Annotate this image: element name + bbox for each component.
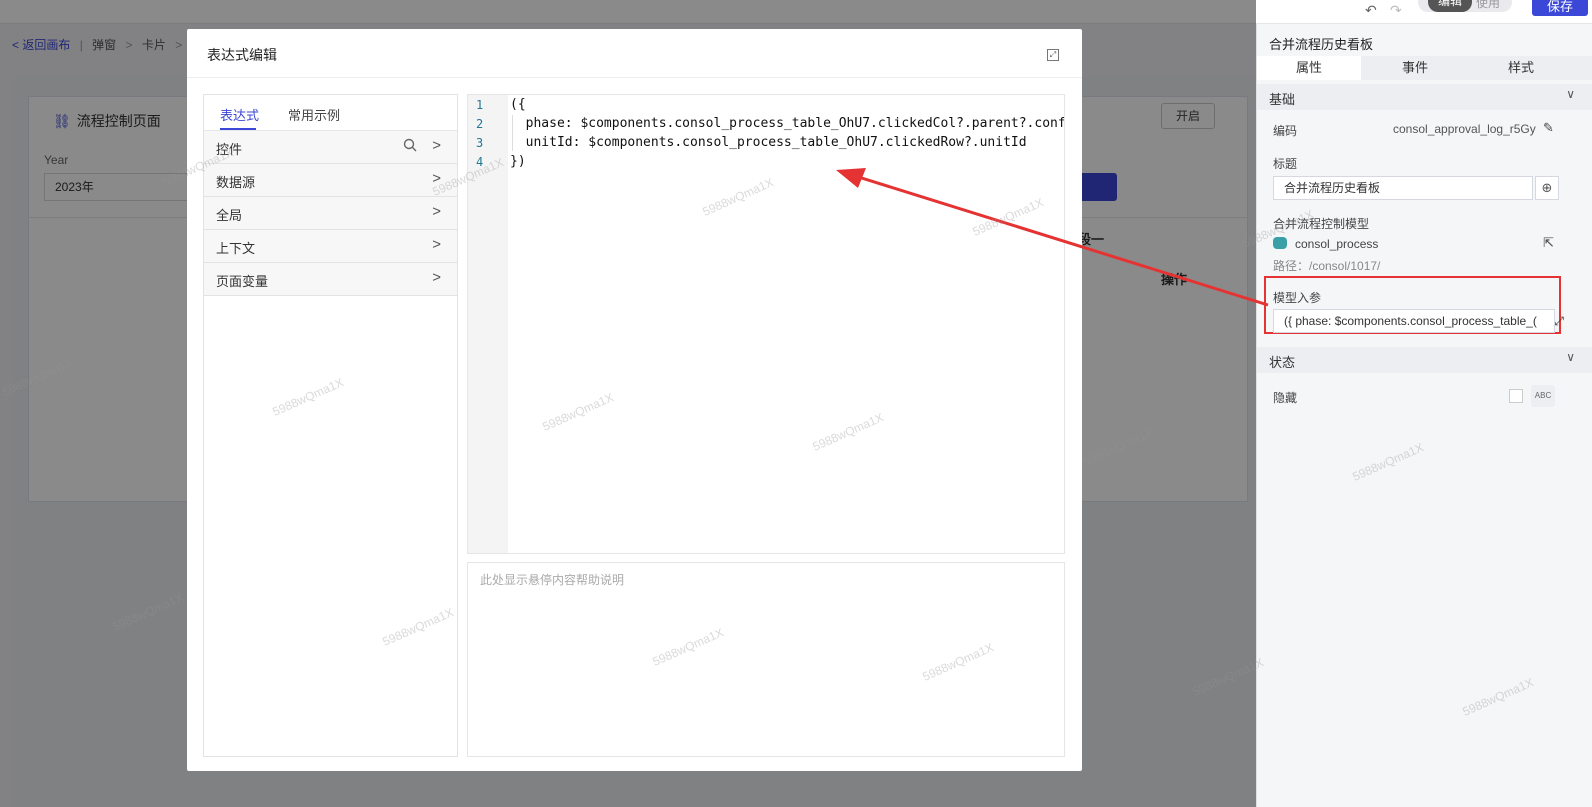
chevron-right-icon[interactable]: > — [432, 203, 441, 220]
list-item-global[interactable]: 全局 > — [204, 197, 457, 230]
mode-use-label[interactable]: 使用 — [1476, 0, 1500, 11]
hidden-checkbox[interactable] — [1509, 389, 1523, 403]
list-item-context[interactable]: 上下文 > — [204, 230, 457, 263]
row-label: 数据源 — [216, 175, 256, 190]
database-icon — [1273, 237, 1287, 249]
properties-panel: 合并流程历史看板 属性 事件 样式 基础 ∨ 编码 consol_approva… — [1256, 24, 1592, 807]
line-number: 2 — [476, 117, 484, 131]
modal-divider — [187, 77, 1082, 78]
chevron-right-icon[interactable]: > — [432, 170, 441, 187]
mode-edit-label[interactable]: 编辑 — [1428, 0, 1472, 12]
globe-icon[interactable]: ⊕ — [1535, 176, 1559, 200]
tab-styles[interactable]: 样式 — [1469, 56, 1573, 80]
component-title: 合并流程历史看板 — [1269, 37, 1374, 52]
line-number: 1 — [476, 98, 484, 112]
title-label: 标题 — [1273, 157, 1298, 171]
line-number: 3 — [476, 136, 484, 150]
panel-tabs: 属性 事件 样式 — [1257, 56, 1592, 80]
code-line[interactable]: }) — [510, 154, 526, 169]
tab-events[interactable]: 事件 — [1363, 56, 1467, 80]
model-path: 路径：/consol/1017/ — [1273, 259, 1381, 273]
list-item-controls[interactable]: 控件 > — [204, 131, 457, 164]
code-line[interactable]: ({ — [510, 97, 526, 112]
row-label: 页面变量 — [216, 274, 269, 289]
hidden-label: 隐藏 — [1273, 391, 1298, 405]
code-label: 编码 — [1273, 124, 1298, 138]
line-number-gutter — [468, 95, 508, 553]
chevron-right-icon[interactable]: > — [432, 236, 441, 253]
state-section-header[interactable]: 状态 ∨ — [1257, 347, 1592, 373]
abc-badge[interactable]: ABC — [1531, 385, 1555, 407]
maximize-icon[interactable]: ⤢ — [1047, 49, 1059, 61]
chevron-right-icon[interactable]: > — [432, 269, 441, 286]
row-label: 控件 — [216, 142, 243, 157]
model-label: 合并流程控制模型 — [1273, 217, 1370, 231]
save-button[interactable]: 保存 — [1532, 0, 1588, 16]
active-tab-underline — [220, 128, 256, 130]
basic-section-title: 基础 — [1269, 92, 1296, 107]
model-param-label: 模型入参 — [1273, 291, 1322, 305]
row-label: 全局 — [216, 208, 243, 223]
code-editor[interactable]: 1 2 3 4 ({ phase: $components.consol_pro… — [467, 94, 1065, 554]
expand-editor-icon[interactable]: ⤢ — [1554, 314, 1564, 329]
line-number: 4 — [476, 155, 484, 169]
undo-icon[interactable]: ↶ — [1365, 2, 1377, 19]
model-param-input[interactable]: ({ phase: $components.consol_process_tab… — [1273, 309, 1555, 333]
tab-expression[interactable]: 表达式 — [220, 105, 259, 124]
expression-sidebar: 表达式 常用示例 控件 > 数据源 > 全局 > 上下文 > 页面变量 > — [203, 94, 458, 757]
edit-icon[interactable]: ✎ — [1543, 120, 1554, 136]
chevron-down-icon[interactable]: ∨ — [1566, 87, 1575, 101]
help-panel: 此处显示悬停内容帮助说明 — [467, 562, 1065, 757]
redo-icon[interactable]: ↷ — [1390, 2, 1402, 19]
chevron-down-icon[interactable]: ∨ — [1566, 350, 1575, 364]
tab-common-examples[interactable]: 常用示例 — [288, 105, 340, 124]
state-section-title: 状态 — [1269, 355, 1296, 370]
mode-switch[interactable]: 编辑 使用 — [1418, 0, 1512, 12]
title-input[interactable]: 合并流程历史看板 — [1273, 176, 1533, 200]
list-item-page-variables[interactable]: 页面变量 > — [204, 263, 457, 296]
expression-editor-modal: 表达式编辑 ⤢ 表达式 常用示例 控件 > 数据源 > 全局 > 上下文 > 页 — [187, 29, 1082, 771]
help-placeholder: 此处显示悬停内容帮助说明 — [480, 573, 625, 587]
list-item-datasource[interactable]: 数据源 > — [204, 164, 457, 197]
model-value: consol_process — [1295, 237, 1379, 251]
code-line[interactable]: phase: $components.consol_process_table_… — [510, 116, 1064, 131]
expression-tabs: 表达式 常用示例 — [204, 95, 457, 131]
modal-title: 表达式编辑 — [207, 47, 277, 63]
tab-properties[interactable]: 属性 — [1257, 56, 1361, 80]
code-value: consol_approval_log_r5Gy — [1393, 122, 1536, 136]
chevron-right-icon[interactable]: > — [432, 137, 441, 154]
share-icon[interactable]: ⇱ — [1543, 235, 1554, 251]
row-label: 上下文 — [216, 241, 256, 256]
code-line[interactable]: unitId: $components.consol_process_table… — [510, 135, 1027, 150]
search-icon[interactable] — [403, 138, 417, 155]
basic-section-header[interactable]: 基础 ∨ — [1257, 84, 1592, 110]
